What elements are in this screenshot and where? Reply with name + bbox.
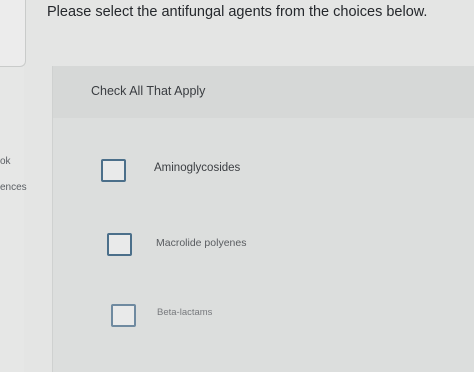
checkbox[interactable] <box>101 159 126 182</box>
question-prompt: Please select the antifungal agents from… <box>47 4 428 20</box>
answer-panel-header: Check All That Apply <box>53 66 474 118</box>
option-label[interactable]: Aminoglycosides <box>154 162 240 174</box>
sidebar-link-ebook[interactable]: ok <box>0 156 11 167</box>
checkbox[interactable] <box>107 233 132 256</box>
left-sidebar: ok ences <box>0 0 27 372</box>
option-aminoglycosides[interactable]: Aminoglycosides <box>101 159 301 185</box>
checkbox[interactable] <box>111 304 136 327</box>
option-label[interactable]: Beta-lactams <box>157 307 212 318</box>
sidebar-link-references[interactable]: ences <box>0 182 27 193</box>
sidebar-card[interactable] <box>0 0 26 67</box>
option-label[interactable]: Macrolide polyenes <box>156 237 246 249</box>
option-macrolide-polyenes[interactable]: Macrolide polyenes <box>107 233 307 259</box>
option-beta-lactams[interactable]: Beta-lactams <box>111 304 311 330</box>
check-all-instruction: Check All That Apply <box>91 84 206 98</box>
